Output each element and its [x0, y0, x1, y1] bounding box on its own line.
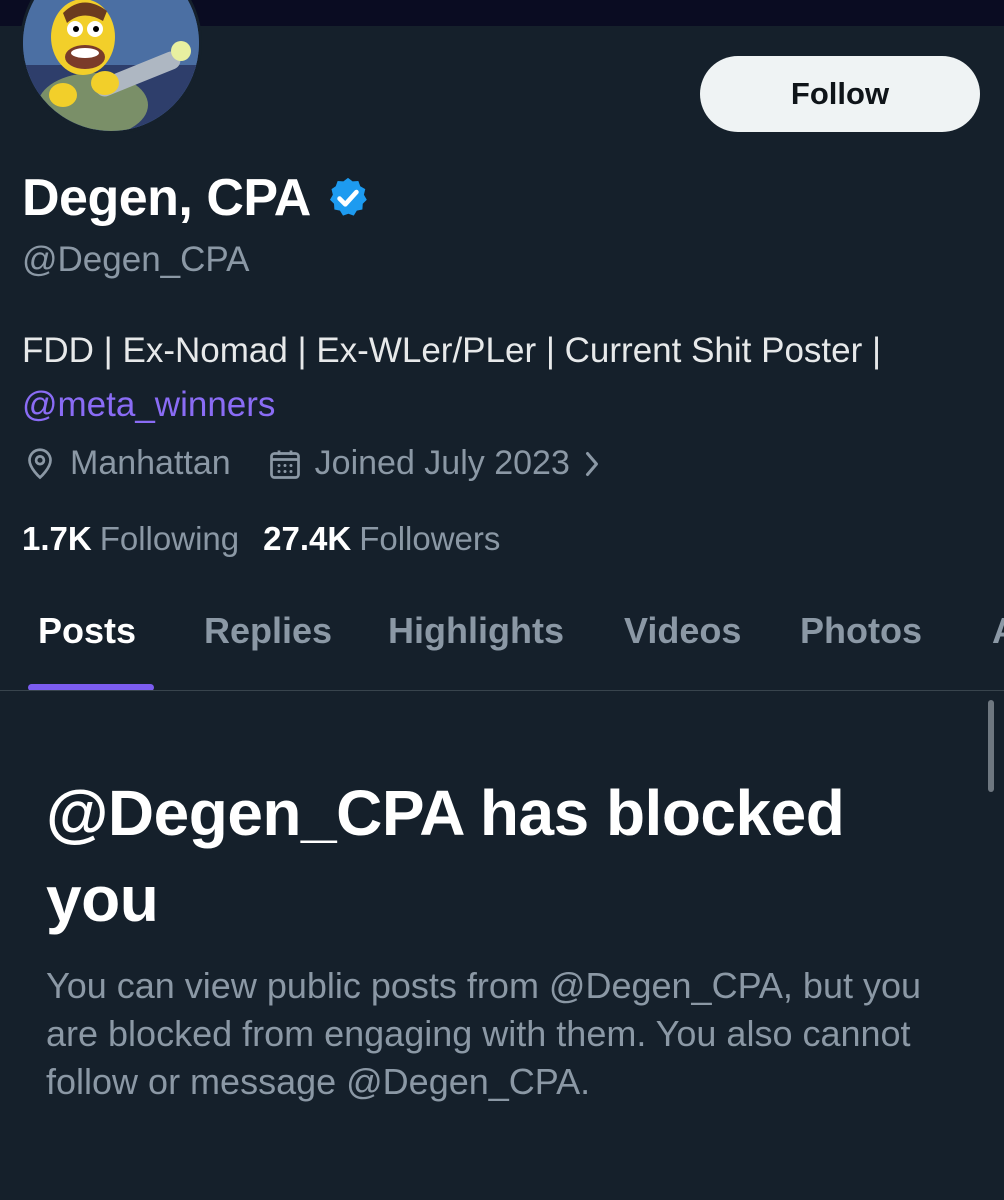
- verified-badge-icon: [329, 177, 367, 216]
- follow-button[interactable]: Follow: [700, 56, 980, 132]
- display-name: Degen, CPA: [22, 169, 311, 227]
- profile-bio: FDD | Ex-Nomad | Ex-WLer/PLer | Current …: [22, 324, 992, 432]
- profile-tabs: Posts Replies Highlights Videos Photos A: [0, 590, 1004, 690]
- following-count: 1.7K: [22, 520, 92, 557]
- tab-highlights[interactable]: Highlights: [388, 610, 564, 652]
- profile-stats: 1.7K Following 27.4K Followers: [22, 520, 500, 558]
- bio-mention-link[interactable]: @meta_winners: [22, 385, 275, 424]
- following-label: Following: [99, 520, 240, 557]
- profile-display-name-row: Degen, CPA: [22, 168, 371, 228]
- bio-text: FDD | Ex-Nomad | Ex-WLer/PLer | Current …: [22, 331, 882, 370]
- cartoon-avatar-image: [23, 0, 199, 131]
- profile-location: Manhattan: [70, 444, 231, 482]
- blocked-message: You can view public posts from @Degen_CP…: [46, 965, 922, 1102]
- profile-handle: @Degen_CPA: [22, 240, 250, 279]
- tabs-divider: [0, 690, 1004, 691]
- profile-meta: Manhattan Joined July 2023: [22, 444, 604, 483]
- profile-avatar[interactable]: [20, 0, 202, 134]
- followers-count: 27.4K: [263, 520, 352, 557]
- tab-posts[interactable]: Posts: [38, 610, 136, 652]
- tab-videos[interactable]: Videos: [624, 610, 741, 652]
- followers-stat[interactable]: 27.4K Followers: [263, 520, 500, 558]
- following-stat[interactable]: 1.7K Following: [22, 520, 239, 558]
- location-pin-icon: [28, 447, 52, 479]
- followers-label: Followers: [359, 520, 501, 557]
- tab-truncated[interactable]: A: [992, 610, 1004, 652]
- chevron-right-icon[interactable]: [580, 446, 604, 482]
- tab-photos[interactable]: Photos: [800, 610, 922, 652]
- tab-replies[interactable]: Replies: [204, 610, 332, 652]
- calendar-icon: [269, 450, 300, 479]
- blocked-heading: @Degen_CPA has blocked you: [46, 777, 845, 935]
- scrollbar[interactable]: [988, 700, 994, 792]
- profile-joined-date[interactable]: Joined July 2023: [315, 444, 570, 483]
